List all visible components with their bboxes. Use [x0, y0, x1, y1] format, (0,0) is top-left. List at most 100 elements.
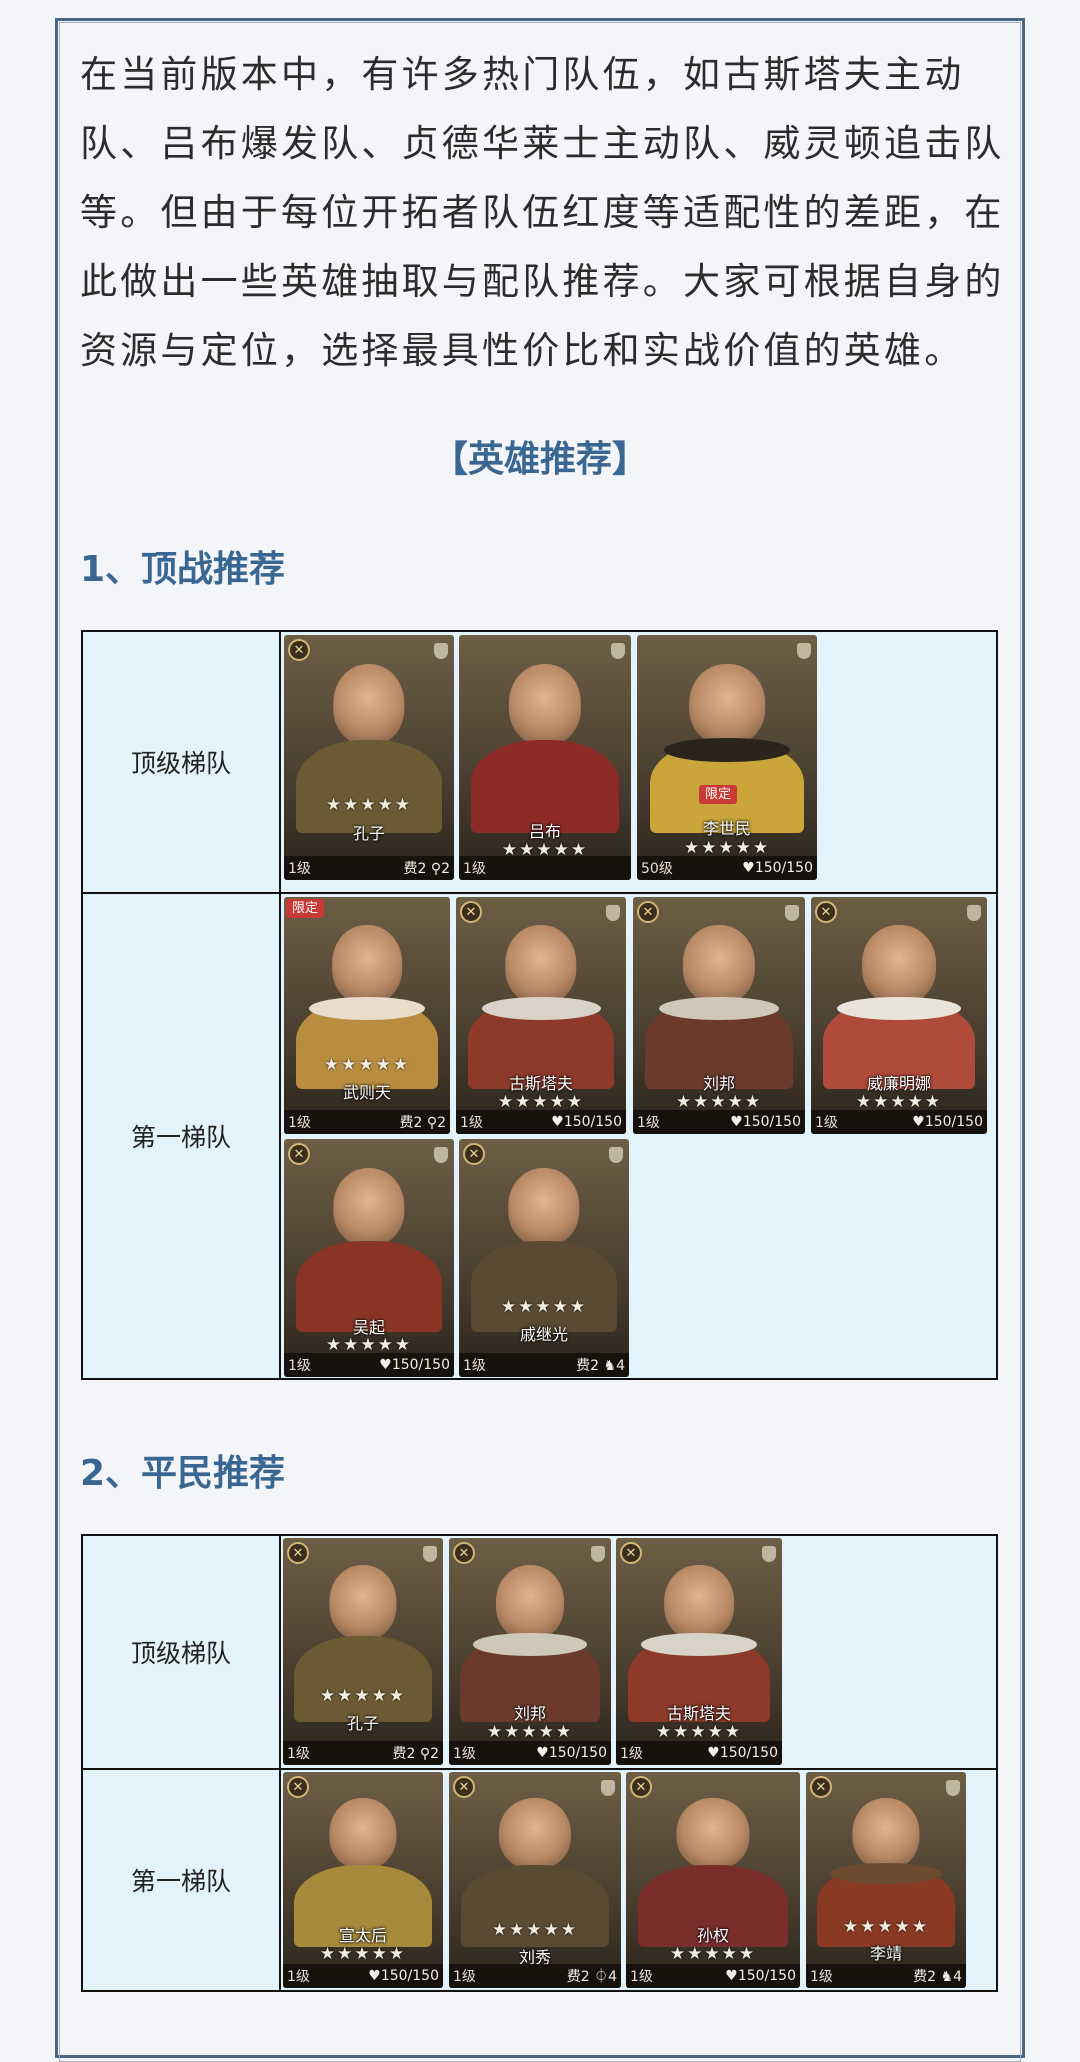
- hero-fur-collar: [308, 996, 426, 1021]
- shield-icon: [601, 1780, 615, 1796]
- hero-card[interactable]: ✕ ★★★★★ 刘秀 1级 费2 ⏀4: [449, 1772, 621, 1988]
- sword-icon: [946, 1780, 960, 1796]
- limited-tag: 限定: [286, 899, 325, 918]
- hero-card[interactable]: ✕ 刘邦 ★★★★★ 1级 ♥150/150: [633, 897, 805, 1134]
- hero-fur-collar: [830, 1862, 942, 1885]
- hero-status-bar: 1级 费2 ♞4: [806, 1964, 966, 1988]
- shield-icon: [434, 643, 448, 659]
- hero-card[interactable]: 吕布 ★★★★★ 1级: [459, 635, 631, 880]
- hero-level: 1级: [453, 1746, 476, 1762]
- hero-portrait: [498, 1797, 572, 1870]
- tier-label: 第一梯队: [81, 1768, 281, 1992]
- hero-card[interactable]: ✕ ★★★★★ 孔子 1级 费2 ⚲2: [283, 1538, 443, 1765]
- hero-card[interactable]: 限定 李世民 ★★★★★ 50级 ♥150/150: [637, 635, 817, 880]
- hero-robe: [294, 1635, 432, 1722]
- class-badge-icon: ✕: [288, 639, 310, 661]
- tier-label: 第一梯队: [81, 892, 281, 1380]
- hero-portrait: [676, 1797, 750, 1870]
- hero-name: 刘邦: [702, 1074, 735, 1093]
- hero-portrait: [505, 925, 577, 1004]
- shield-icon: [797, 643, 811, 659]
- sword-icon: [609, 1147, 623, 1163]
- hero-stat: ♥150/150: [725, 1968, 796, 1984]
- hero-portrait: [852, 1797, 920, 1870]
- tier-table-top-battle: 顶级梯队 ✕ ★★★★★ 孔子 1级 费2 ⚲2 吕布 ★★★★★ 1级 限定 …: [81, 630, 998, 1380]
- class-badge-icon: ✕: [453, 1542, 475, 1564]
- sword-icon: [611, 643, 625, 659]
- hero-level: 1级: [288, 861, 311, 877]
- hero-portrait: [508, 1167, 580, 1247]
- hero-stat: 费2 ⚲2: [399, 1115, 446, 1131]
- hero-stars: ★★★★★: [319, 1944, 407, 1964]
- hero-level: 1级: [288, 1115, 311, 1131]
- hero-card[interactable]: ✕ 威廉明娜 ★★★★★ 1级 ♥150/150: [811, 897, 987, 1134]
- hero-status-bar: 1级 ♥150/150: [449, 1741, 611, 1765]
- hero-fur-collar: [481, 996, 601, 1021]
- hero-fur-collar: [658, 996, 780, 1021]
- hero-name: 孔子: [352, 824, 385, 843]
- hero-stat: ♥150/150: [368, 1968, 439, 1984]
- hero-status-bar: 1级 ♥150/150: [626, 1964, 800, 1988]
- hero-card[interactable]: ✕ 孙权 ★★★★★ 1级 ♥150/150: [626, 1772, 800, 1988]
- hero-stat: ♥150/150: [551, 1114, 622, 1130]
- hero-card[interactable]: ✕ ★★★★★ 李靖 1级 费2 ♞4: [806, 1772, 966, 1988]
- hero-card[interactable]: ✕ 刘邦 ★★★★★ 1级 ♥150/150: [449, 1538, 611, 1765]
- hero-name: 吕布: [528, 822, 561, 841]
- hero-stat: 费2 ⚲2: [392, 1746, 439, 1762]
- hero-portrait: [664, 1565, 734, 1641]
- hero-row: ✕ 宣太后 ★★★★★ 1级 ♥150/150 ✕ ★★★★★ 刘秀 1级 费2…: [279, 1768, 998, 1992]
- hero-portrait: [682, 925, 756, 1004]
- hero-status-bar: 1级 费2 ♞4: [459, 1353, 629, 1377]
- hero-stars: ★★★★★: [325, 795, 413, 815]
- hero-row: 限定 ★★★★★ 武则天 1级 费2 ⚲2 ✕ 古斯塔夫 ★★★★★ 1级 ♥1…: [279, 892, 998, 1380]
- hero-name: 李世民: [702, 819, 751, 838]
- hero-card[interactable]: ✕ 古斯塔夫 ★★★★★ 1级 ♥150/150: [616, 1538, 782, 1765]
- hero-level: 1级: [287, 1746, 310, 1762]
- hero-fur-collar: [640, 1633, 758, 1657]
- hero-stat: ♥150/150: [536, 1745, 607, 1761]
- hero-stars: ★★★★★: [325, 1335, 413, 1355]
- class-badge-icon: ✕: [810, 1776, 832, 1798]
- hero-level: 1级: [460, 1115, 483, 1131]
- hero-card[interactable]: ✕ 古斯塔夫 ★★★★★ 1级 ♥150/150: [456, 897, 626, 1134]
- shield-icon: [606, 905, 620, 921]
- hero-level: 1级: [287, 1969, 310, 1985]
- hero-level: 1级: [815, 1115, 838, 1131]
- hero-card[interactable]: ✕ 宣太后 ★★★★★ 1级 ♥150/150: [283, 1772, 443, 1988]
- hero-level: 1级: [288, 1358, 311, 1374]
- hero-stat: ♥150/150: [379, 1357, 450, 1373]
- hero-status-bar: 1级 ♥150/150: [283, 1964, 443, 1988]
- hero-name: 古斯塔夫: [666, 1704, 731, 1723]
- class-badge-icon: ✕: [287, 1776, 309, 1798]
- hero-name: 宣太后: [338, 1926, 387, 1945]
- hero-portrait: [333, 664, 405, 746]
- hero-stat: 费2 ⚲2: [403, 861, 450, 877]
- class-badge-icon: ✕: [630, 1776, 652, 1798]
- hero-portrait: [495, 1565, 565, 1641]
- hero-name: 孙权: [696, 1926, 729, 1945]
- hero-card[interactable]: ✕ ★★★★★ 戚继光 1级 费2 ♞4: [459, 1139, 629, 1377]
- tier-label: 顶级梯队: [81, 1534, 281, 1770]
- hero-stars: ★★★★★: [669, 1944, 757, 1964]
- hero-level: 50级: [641, 861, 673, 877]
- class-badge-icon: ✕: [637, 901, 659, 923]
- hero-status-bar: 1级 ♥150/150: [616, 1741, 782, 1765]
- hero-level: 1级: [620, 1746, 643, 1762]
- hero-portrait: [333, 1167, 405, 1247]
- hero-name: 威廉明娜: [866, 1074, 931, 1093]
- hero-stars: ★★★★★: [486, 1722, 574, 1742]
- class-badge-icon: ✕: [463, 1143, 485, 1165]
- hero-row: ✕ ★★★★★ 孔子 1级 费2 ⚲2 ✕ 刘邦 ★★★★★ 1级 ♥150/1…: [279, 1534, 998, 1770]
- hero-name: 武则天: [342, 1083, 391, 1102]
- hero-stars: ★★★★★: [497, 1092, 585, 1112]
- hero-name: 李靖: [869, 1944, 902, 1963]
- hero-card[interactable]: ✕ 吴起 ★★★★★ 1级 ♥150/150: [284, 1139, 454, 1377]
- hero-card[interactable]: 限定 ★★★★★ 武则天 1级 费2 ⚲2: [284, 897, 450, 1134]
- hero-card[interactable]: ✕ ★★★★★ 孔子 1级 费2 ⚲2: [284, 635, 454, 880]
- hero-portrait: [508, 664, 582, 746]
- hero-stars: ★★★★★: [323, 1055, 411, 1075]
- class-badge-icon: ✕: [453, 1776, 475, 1798]
- hero-level: 1级: [630, 1969, 653, 1985]
- hero-robe: [470, 1241, 618, 1332]
- hero-name: 古斯塔夫: [508, 1074, 573, 1093]
